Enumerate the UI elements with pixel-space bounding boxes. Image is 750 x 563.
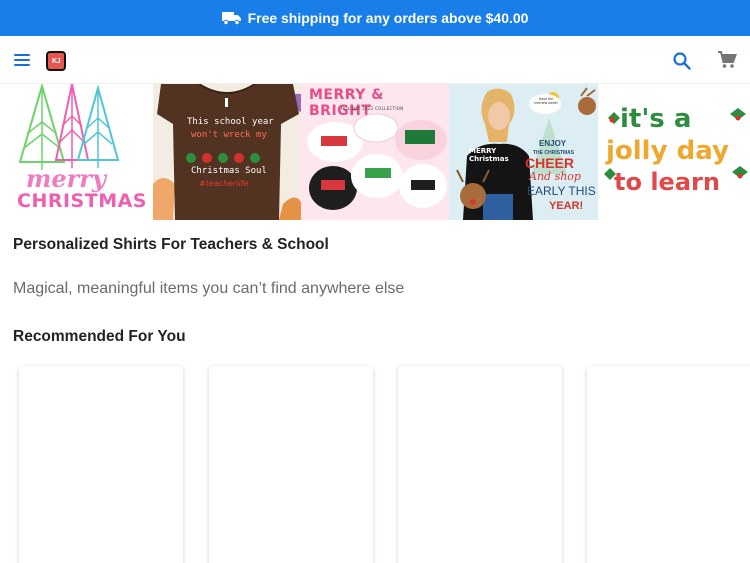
promo-banner: Free shipping for any orders above $40.0… bbox=[0, 0, 750, 36]
slide-1-christmas-text: CHRISTMAS bbox=[17, 190, 147, 212]
slide-4-and-shop: And shop bbox=[529, 170, 581, 183]
banner-slide-jolly-day[interactable]: it's a jolly day to learn bbox=[598, 84, 750, 220]
slide-4-year: YEAR! bbox=[549, 200, 584, 212]
slide-4-enjoy: ENJOY bbox=[539, 139, 567, 148]
slide-5-line-3: to learn bbox=[614, 168, 720, 196]
hamburger-menu-icon[interactable] bbox=[14, 51, 34, 69]
banner-slide-christmas-cheer[interactable]: MERRY Christmas Have the merriest week! … bbox=[449, 84, 598, 220]
banner-slide-merry-christmas[interactable]: merry CHRISTMAS bbox=[0, 84, 153, 220]
slide-5-line-2: jolly day bbox=[606, 136, 729, 166]
site-header: KJ bbox=[0, 36, 750, 84]
slide-2-line-3: Christmas Soul bbox=[191, 166, 267, 176]
search-icon[interactable] bbox=[672, 51, 692, 71]
brown-tshirt-image bbox=[153, 84, 301, 220]
slide-2-line-4: #teacherlife bbox=[199, 179, 249, 188]
recommended-heading: Recommended For You bbox=[13, 328, 186, 345]
product-card[interactable] bbox=[587, 366, 750, 563]
slide-2-line-1: This school year bbox=[187, 117, 274, 127]
page-title: Personalized Shirts For Teachers & Schoo… bbox=[13, 236, 329, 253]
product-card[interactable] bbox=[398, 366, 562, 563]
slide-2-line-2: won't wreck my bbox=[191, 130, 267, 140]
product-card[interactable] bbox=[19, 366, 183, 563]
slide-1-merry-text: merry bbox=[26, 164, 106, 193]
slide-4-cheer: CHEER bbox=[525, 155, 575, 171]
slide-4-bubble-text: Have the merriest week! bbox=[534, 97, 558, 105]
page-subtitle: Magical, meaningful items you can’t find… bbox=[13, 280, 405, 297]
promo-text: Free shipping for any orders above $40.0… bbox=[247, 10, 529, 26]
logo-text: KJ bbox=[52, 57, 60, 65]
slide-4-sweater-text: MERRY Christmas bbox=[469, 147, 509, 163]
slide-5-line-1: it's a bbox=[620, 104, 692, 134]
banner-slide-teacher-shirt[interactable]: This school year won't wreck my Christma… bbox=[153, 84, 301, 220]
truck-icon bbox=[221, 12, 241, 25]
cart-icon[interactable] bbox=[717, 50, 737, 70]
banner-slide-merry-bright[interactable]: MERRY & BRIGHT HOLIDAY 2022 COLLECTION bbox=[301, 84, 449, 220]
shirt-collection-collage bbox=[307, 113, 447, 210]
site-logo[interactable]: KJ bbox=[46, 51, 66, 71]
product-card[interactable] bbox=[209, 366, 373, 563]
slide-4-early: EARLY THIS bbox=[527, 184, 596, 198]
hero-carousel[interactable]: merry CHRISTMAS This school year won't w… bbox=[0, 84, 750, 220]
